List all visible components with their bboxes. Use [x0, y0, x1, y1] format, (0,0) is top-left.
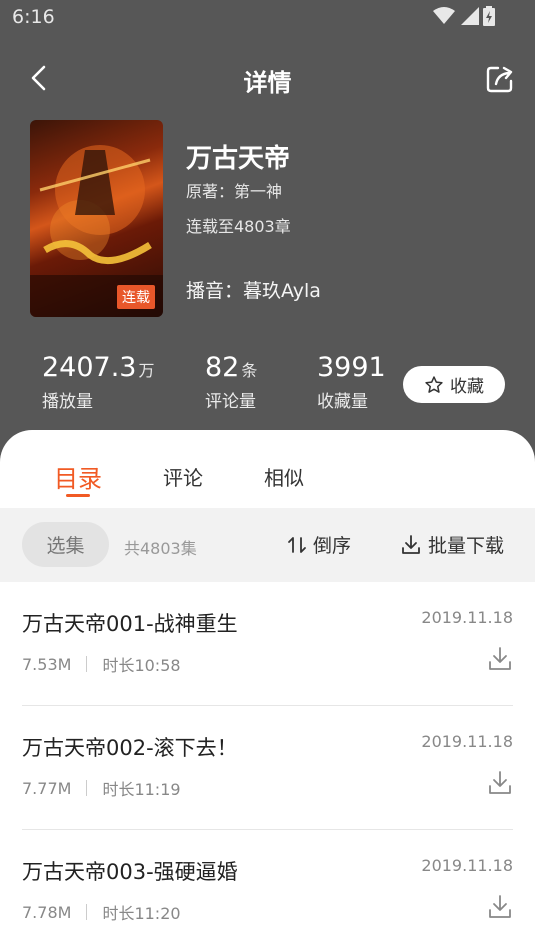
stat-comments-value: 82 — [205, 352, 240, 383]
tab-catalog[interactable]: 目录 — [54, 459, 102, 494]
episode-duration: 时长11:20 — [102, 904, 181, 923]
favorite-button[interactable]: 收藏 — [403, 366, 505, 403]
content-sheet: 目录 评论 相似 选集 共4803集 倒序 批量下载 万古天帝001-战神重生 … — [0, 430, 535, 951]
stat-plays-unit: 万 — [138, 361, 155, 380]
tab-active-indicator — [66, 494, 90, 497]
episode-row[interactable]: 万古天帝003-强硬逼婚 2019.11.18 7.78M 时长11:20 — [0, 830, 535, 951]
episode-title: 万古天帝003-强硬逼婚 — [22, 860, 238, 884]
episode-duration: 时长11:19 — [102, 780, 181, 799]
stat-favorites: 3991 收藏量 — [317, 352, 388, 412]
episode-meta: 7.78M 时长11:20 — [22, 900, 181, 924]
batch-download-label: 批量下载 — [428, 535, 505, 557]
book-author: 原著：第一神 — [186, 182, 283, 201]
episode-meta: 7.53M 时长10:58 — [22, 652, 181, 676]
episode-date: 2019.11.18 — [421, 608, 513, 627]
status-time: 6:16 — [12, 6, 55, 28]
sort-button[interactable]: 倒序 — [287, 531, 351, 558]
stat-plays: 2407.3 万 播放量 — [42, 352, 155, 412]
episode-row[interactable]: 万古天帝001-战神重生 2019.11.18 7.53M 时长10:58 — [0, 582, 535, 706]
cover-status-badge: 连载 — [117, 285, 155, 309]
batch-download-button[interactable]: 批量下载 — [400, 531, 504, 558]
episode-row[interactable]: 万古天帝002-滚下去！ 2019.11.18 7.77M 时长11:19 — [0, 706, 535, 830]
sort-button-label: 倒序 — [313, 535, 352, 557]
battery-icon — [483, 6, 495, 26]
signal-icon — [461, 7, 479, 25]
status-icons — [433, 7, 479, 25]
book-progress: 连载至4803章 — [186, 217, 291, 236]
meta-divider — [86, 656, 88, 672]
stat-favorites-value: 3991 — [317, 352, 386, 383]
stat-plays-value: 2407.3 — [42, 352, 137, 383]
episode-meta: 7.77M 时长11:19 — [22, 776, 181, 800]
episode-title: 万古天帝001-战神重生 — [22, 612, 238, 636]
episode-duration: 时长10:58 — [102, 656, 181, 675]
sort-icon — [288, 536, 306, 553]
episode-download-icon[interactable] — [487, 770, 513, 796]
episode-date: 2019.11.18 — [421, 732, 513, 751]
nav-bar: 详情 — [0, 52, 535, 106]
book-info: 万古天帝 原著：第一神 连载至4803章 播音：暮玖Ayla — [186, 138, 321, 302]
episode-download-icon[interactable] — [487, 894, 513, 920]
stat-comments-unit: 条 — [241, 361, 258, 380]
tab-bar: 目录 评论 相似 — [0, 430, 535, 508]
book-cover: 连载 — [30, 120, 163, 317]
page-title: 详情 — [243, 69, 292, 97]
tab-comments[interactable]: 评论 — [163, 462, 203, 491]
meta-divider — [86, 780, 88, 796]
episode-title: 万古天帝002-滚下去！ — [22, 736, 238, 760]
status-bar: 6:16 — [0, 0, 535, 36]
catalog-toolbar: 选集 共4803集 倒序 批量下载 — [0, 508, 535, 582]
book-narrator: 播音：暮玖Ayla — [186, 280, 321, 302]
episode-download-icon[interactable] — [487, 646, 513, 672]
stat-comments: 82 条 评论量 — [205, 352, 257, 412]
download-icon — [402, 534, 420, 554]
share-icon[interactable] — [484, 63, 516, 95]
book-title: 万古天帝 — [186, 144, 291, 174]
episode-size: 7.53M — [22, 654, 72, 674]
select-episodes-button[interactable]: 选集 — [22, 522, 109, 567]
episode-date: 2019.11.18 — [421, 856, 513, 875]
favorite-button-label: 收藏 — [450, 377, 484, 397]
stat-plays-label: 播放量 — [42, 392, 93, 412]
episode-size: 7.77M — [22, 778, 72, 798]
stat-favorites-label: 收藏量 — [317, 392, 368, 412]
stat-comments-label: 评论量 — [205, 392, 256, 412]
episode-list: 万古天帝001-战神重生 2019.11.18 7.53M 时长10:58 万古… — [0, 582, 535, 951]
episode-size: 7.78M — [22, 902, 72, 922]
star-icon — [425, 375, 443, 393]
tab-similar[interactable]: 相似 — [264, 462, 304, 491]
wifi-icon — [433, 7, 455, 24]
meta-divider — [86, 904, 88, 920]
episode-total: 共4803集 — [124, 539, 197, 558]
